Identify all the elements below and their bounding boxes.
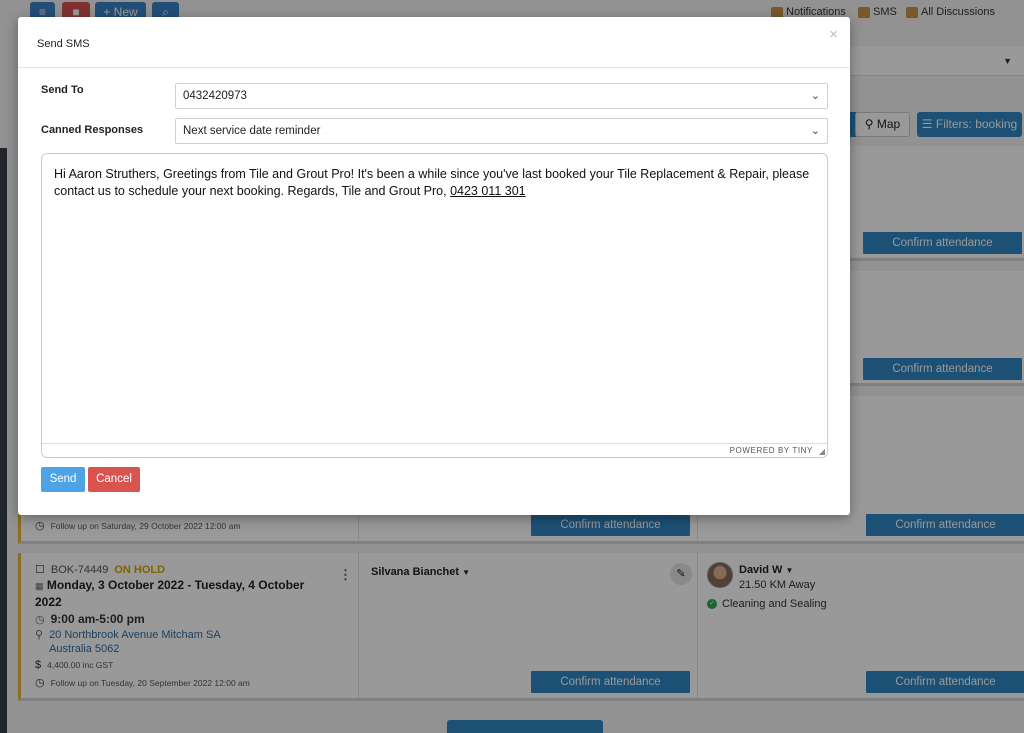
send-to-select[interactable]: 0432420973 ⌄ bbox=[175, 83, 828, 109]
cancel-button[interactable]: Cancel bbox=[88, 467, 140, 492]
chevron-down-icon: ⌄ bbox=[810, 90, 820, 102]
canned-responses-value: Next service date reminder bbox=[183, 125, 321, 137]
resize-handle-icon[interactable]: ◢ bbox=[819, 447, 825, 456]
modal-header: Send SMS × bbox=[18, 17, 850, 68]
send-to-label: Send To bbox=[41, 84, 84, 96]
message-text[interactable]: Hi Aaron Struthers, Greetings from Tile … bbox=[54, 166, 814, 200]
send-button[interactable]: Send bbox=[41, 467, 85, 492]
message-editor[interactable]: Hi Aaron Struthers, Greetings from Tile … bbox=[41, 153, 828, 458]
send-to-value: 0432420973 bbox=[183, 90, 247, 102]
phone-link[interactable]: 0423 011 301 bbox=[450, 184, 526, 198]
close-icon[interactable]: × bbox=[829, 26, 838, 43]
powered-by-tiny[interactable]: POWERED BY TINY bbox=[730, 446, 813, 455]
chevron-down-icon: ⌄ bbox=[810, 125, 820, 137]
canned-responses-label: Canned Responses bbox=[41, 124, 144, 136]
editor-statusbar: POWERED BY TINY ◢ bbox=[42, 443, 827, 457]
canned-responses-select[interactable]: Next service date reminder ⌄ bbox=[175, 118, 828, 144]
message-body: Hi Aaron Struthers, Greetings from Tile … bbox=[54, 167, 810, 198]
modal-title: Send SMS bbox=[37, 38, 90, 50]
send-sms-modal: Send SMS × Send To 0432420973 ⌄ Canned R… bbox=[18, 17, 850, 515]
